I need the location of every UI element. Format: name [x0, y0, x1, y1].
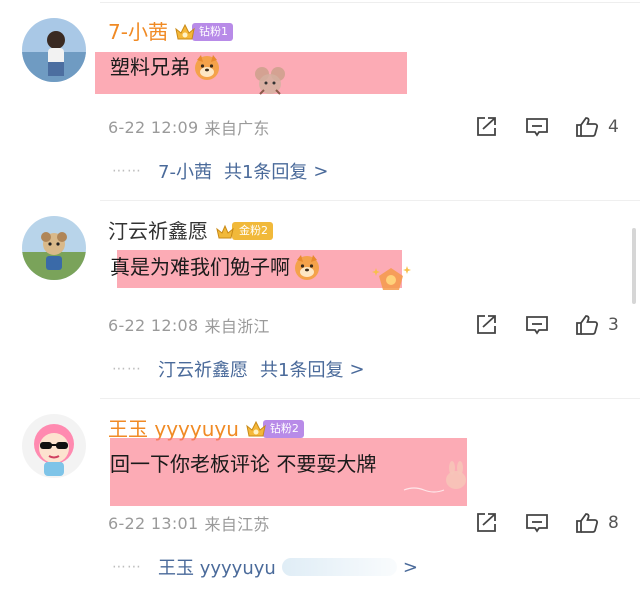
replies-link[interactable]: ⋯⋯ 7-小茜 共1条回复 > [112, 157, 329, 185]
like-button[interactable]: 3 [574, 313, 622, 337]
comment-body: 回一下你老板评论 不要耍大牌 [110, 452, 377, 476]
bunny-sticker-icon [403, 461, 466, 493]
timestamp: 6-22 12:08 [108, 315, 199, 335]
like-count: 4 [608, 117, 619, 137]
meta-row: 6-22 13:01 来自江苏 8 [108, 510, 622, 536]
comment-divider [100, 398, 640, 399]
name-row: 汀云祈鑫愿 金粉2 [108, 217, 273, 245]
badge-label: 金粉2 [232, 222, 273, 240]
obscured-region [281, 558, 397, 576]
reply-username[interactable]: 汀云祈鑫愿 [158, 356, 248, 382]
share-icon [477, 513, 496, 532]
fan-badge[interactable]: 钻粉1 [174, 23, 233, 41]
timestamp: 6-22 12:09 [108, 117, 199, 137]
like-count: 8 [608, 513, 619, 533]
avatar[interactable] [22, 18, 86, 82]
dog-emoji-icon [195, 55, 219, 80]
location: 来自广东 [204, 119, 270, 138]
like-button[interactable]: 4 [574, 115, 622, 139]
like-count: 3 [608, 315, 619, 335]
username[interactable]: 汀云祈鑫愿 [108, 217, 208, 245]
reply-button[interactable] [524, 313, 550, 337]
dots: ⋯⋯ [112, 361, 142, 377]
badge-label: 钻粉2 [262, 420, 304, 438]
avatar[interactable] [22, 414, 86, 478]
reply-total[interactable]: 共1条回复 [224, 158, 307, 184]
comment-icon [526, 316, 548, 335]
chevron-right-icon[interactable]: > [349, 359, 364, 380]
share-button[interactable] [474, 115, 498, 139]
thumbs-up-icon [576, 513, 599, 533]
chevron-right-icon[interactable]: > [403, 557, 418, 578]
username[interactable]: 7-小茜 [108, 18, 168, 46]
like-button[interactable]: 8 [574, 511, 622, 535]
replies-link[interactable]: ⋯⋯ 汀云祈鑫愿 共1条回复 > [112, 355, 365, 383]
comment-text: 回一下你老板评论 不要耍大牌 [110, 449, 376, 479]
comment-icon [526, 118, 548, 137]
badge-label: 钻粉1 [191, 23, 233, 41]
meta-row: 6-22 12:09 来自广东 4 [108, 114, 622, 140]
reply-total[interactable]: 共1条回复 [260, 356, 343, 382]
sparkle-sticker-icon [372, 266, 411, 290]
scrollbar[interactable] [632, 228, 636, 304]
share-icon [477, 315, 496, 334]
chevron-right-icon[interactable]: > [313, 161, 328, 182]
name-row: 7-小茜 钻粉1 [108, 18, 233, 46]
crown-icon [246, 420, 266, 437]
location: 来自江苏 [204, 515, 270, 534]
meta-row: 6-22 12:08 来自浙江 3 [108, 312, 622, 338]
location: 来自浙江 [204, 317, 270, 336]
replies-link[interactable]: ⋯⋯ 王玉 yyyyuyu > [112, 553, 418, 581]
fan-badge[interactable]: 金粉2 [214, 222, 273, 240]
comment-body: 塑料兄弟 [110, 55, 190, 79]
share-icon [477, 117, 496, 136]
comment-text: 真是为难我们勉子啊 [110, 252, 322, 282]
top-divider [100, 2, 640, 3]
reply-button[interactable] [524, 115, 550, 139]
comment-icon [526, 514, 548, 533]
crown-icon [216, 224, 234, 239]
reply-button[interactable] [524, 511, 550, 535]
reply-username[interactable]: 7-小茜 [158, 158, 212, 184]
crown-icon [175, 23, 195, 40]
timestamp: 6-22 13:01 [108, 513, 199, 533]
avatar[interactable] [22, 216, 86, 280]
dots: ⋯⋯ [112, 163, 142, 179]
thumbs-up-icon [576, 315, 599, 335]
share-button[interactable] [474, 511, 498, 535]
comment-body: 真是为难我们勉子啊 [110, 255, 290, 279]
dots: ⋯⋯ [112, 559, 142, 575]
thumbs-up-icon [576, 117, 599, 137]
mouse-sticker-icon [255, 67, 285, 95]
dog-emoji-icon [295, 255, 319, 280]
comment-divider [100, 200, 640, 201]
comment-text: 塑料兄弟 [110, 52, 222, 82]
share-button[interactable] [474, 313, 498, 337]
reply-username[interactable]: 王玉 yyyyuyu [158, 554, 276, 580]
fan-badge[interactable]: 钻粉2 [245, 420, 304, 438]
